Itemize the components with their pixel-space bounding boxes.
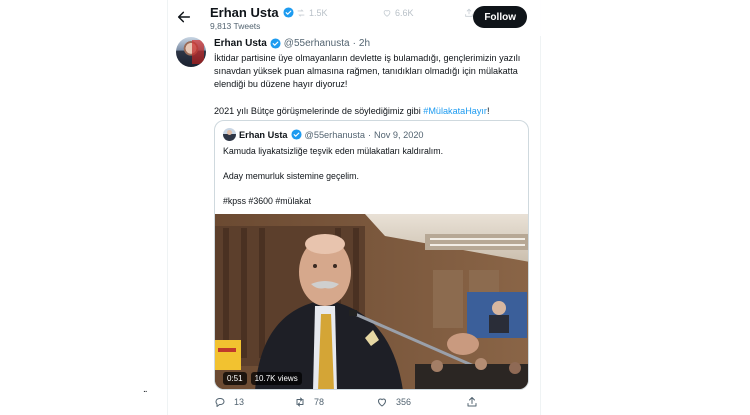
back-arrow-icon[interactable] bbox=[176, 9, 192, 25]
faint-stat-1: 1.5K bbox=[296, 8, 328, 18]
tweet-paragraph-2: 2021 yılı Bütçe görüşmelerinde de söyled… bbox=[214, 105, 534, 118]
faint-stat-2: 6.6K bbox=[382, 8, 414, 18]
quote-date: Nov 9, 2020 bbox=[374, 129, 424, 140]
verified-badge-icon bbox=[270, 38, 281, 49]
faint-retweet-icon bbox=[297, 9, 305, 17]
page: .. 1.5K 6.6K Erhan Usta 9,813 Tweets Fol… bbox=[0, 0, 750, 415]
like-icon bbox=[378, 398, 386, 407]
avatar[interactable] bbox=[176, 37, 206, 67]
share-button[interactable] bbox=[466, 396, 478, 408]
video-frame-image bbox=[215, 214, 528, 389]
tweet-separator: · bbox=[352, 38, 356, 49]
like-count: 356 bbox=[396, 397, 412, 407]
quote-author-name: Erhan Usta bbox=[239, 129, 288, 140]
share-icon bbox=[467, 397, 477, 407]
retweet-button[interactable]: 78 bbox=[294, 396, 324, 408]
video-views: 10.7K views bbox=[250, 372, 302, 385]
like-button[interactable]: 356 bbox=[376, 396, 411, 408]
profile-header: 1.5K 6.6K Erhan Usta 9,813 Tweets Follow bbox=[168, 0, 542, 36]
retweet-count: 78 bbox=[314, 397, 325, 407]
reply-button[interactable]: 13 bbox=[214, 396, 244, 408]
quote-author-row: Erhan Usta @55erhanusta · Nov 9, 2020 bbox=[223, 128, 424, 141]
video-player[interactable]: 0:51 10.7K views bbox=[215, 214, 528, 389]
follow-button[interactable]: Follow bbox=[473, 6, 527, 28]
quoted-tweet-card[interactable]: Erhan Usta @55erhanusta · Nov 9, 2020 Ka… bbox=[214, 120, 529, 390]
verified-badge-icon bbox=[283, 7, 294, 18]
video-duration: 0:51 bbox=[223, 372, 247, 385]
header-name: Erhan Usta bbox=[210, 5, 294, 20]
quote-paragraph-3: #kpss #3600 #mülakat bbox=[223, 196, 312, 206]
quote-avatar bbox=[223, 128, 236, 141]
verified-badge-icon bbox=[290, 129, 302, 140]
tweet-author-name[interactable]: Erhan Usta bbox=[214, 38, 267, 49]
retweet-icon bbox=[296, 397, 304, 407]
tweet-text: İktidar partisine üye olmayanların devle… bbox=[214, 52, 534, 118]
tweet-count: 9,813 Tweets bbox=[210, 21, 261, 31]
tweet-handle[interactable]: @55erhanusta bbox=[284, 38, 350, 49]
reply-count: 13 bbox=[234, 397, 245, 407]
stray-dots: .. bbox=[143, 384, 147, 395]
tweet-actions: 13 78 356 bbox=[214, 396, 514, 412]
tweet-paragraph-1: İktidar partisine üye olmayanların devle… bbox=[214, 53, 521, 90]
quote-handle: @55erhanusta bbox=[304, 129, 365, 140]
tweet-paragraph-2-text: 2021 yılı Bütçe görüşmelerinde de söyled… bbox=[214, 105, 424, 116]
tweet-paragraph-2-end: ! bbox=[486, 105, 490, 116]
timeline-column: 1.5K 6.6K Erhan Usta 9,813 Tweets Follow… bbox=[167, 0, 542, 415]
quote-separator: · bbox=[367, 129, 371, 140]
quote-paragraph-2: Aday memurluk sistemine geçelim. bbox=[223, 171, 359, 181]
hashtag-link[interactable]: #MülakataHayır bbox=[423, 106, 487, 116]
faint-like-icon bbox=[383, 10, 391, 17]
tweet-time[interactable]: 2h bbox=[359, 38, 370, 49]
tweet-author-row: Erhan Usta @55erhanusta · 2h bbox=[214, 38, 370, 49]
header-name-text: Erhan Usta bbox=[210, 5, 279, 20]
video-badges: 0:51 10.7K views bbox=[223, 372, 302, 385]
quote-text: Kamuda liyakatsizliğe teşvik eden mülaka… bbox=[223, 145, 521, 208]
reply-icon bbox=[215, 398, 225, 407]
quote-paragraph-1: Kamuda liyakatsizliğe teşvik eden mülaka… bbox=[223, 146, 444, 156]
